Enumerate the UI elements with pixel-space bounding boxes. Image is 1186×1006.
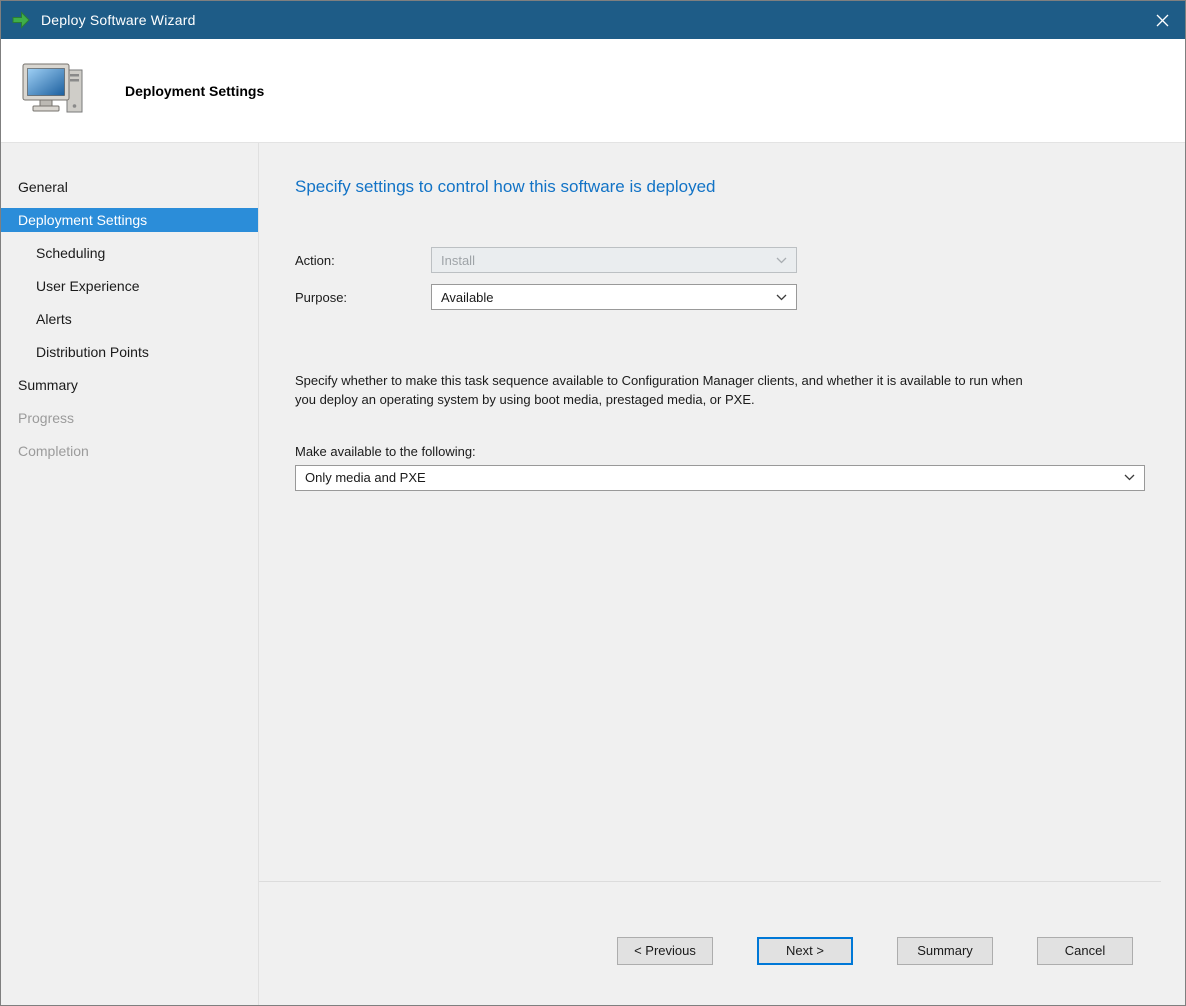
- nav-item-distribution-points[interactable]: Distribution Points: [1, 340, 258, 364]
- purpose-dropdown[interactable]: Available: [431, 284, 797, 310]
- nav-item-summary[interactable]: Summary: [1, 373, 258, 397]
- action-row: Action: Install: [295, 247, 1145, 273]
- nav-item-user-experience[interactable]: User Experience: [1, 274, 258, 298]
- nav-item-scheduling[interactable]: Scheduling: [1, 241, 258, 265]
- titlebar: Deploy Software Wizard: [1, 1, 1185, 39]
- deploy-software-wizard-window: Deploy Software Wizard: [0, 0, 1186, 1006]
- nav-item-alerts[interactable]: Alerts: [1, 307, 258, 331]
- page-title: Deployment Settings: [125, 83, 264, 99]
- chevron-down-icon: [1124, 474, 1135, 481]
- wizard-nav: General Deployment Settings Scheduling U…: [1, 143, 259, 1005]
- content-heading: Specify settings to control how this sof…: [295, 177, 1145, 197]
- wizard-footer: < Previous Next > Summary Cancel: [259, 881, 1161, 1005]
- purpose-row: Purpose: Available: [295, 284, 1145, 310]
- description-text: Specify whether to make this task sequen…: [295, 372, 1043, 410]
- purpose-dropdown-value: Available: [441, 290, 494, 305]
- nav-item-general[interactable]: General: [1, 175, 258, 199]
- action-label: Action:: [295, 253, 431, 268]
- purpose-label: Purpose:: [295, 290, 431, 305]
- summary-button[interactable]: Summary: [897, 937, 993, 965]
- next-button[interactable]: Next >: [757, 937, 853, 965]
- computer-icon: [21, 62, 87, 120]
- chevron-down-icon: [776, 294, 787, 301]
- content-area: Specify settings to control how this sof…: [259, 143, 1185, 881]
- wizard-body: General Deployment Settings Scheduling U…: [1, 143, 1185, 1005]
- action-dropdown-value: Install: [441, 253, 475, 268]
- action-dropdown: Install: [431, 247, 797, 273]
- window-title: Deploy Software Wizard: [41, 12, 1139, 28]
- nav-item-completion: Completion: [1, 439, 258, 463]
- cancel-button[interactable]: Cancel: [1037, 937, 1133, 965]
- nav-item-deployment-settings[interactable]: Deployment Settings: [1, 208, 258, 232]
- close-button[interactable]: [1139, 1, 1185, 39]
- nav-item-progress: Progress: [1, 406, 258, 430]
- wizard-header: Deployment Settings: [1, 39, 1185, 143]
- make-available-dropdown[interactable]: Only media and PXE: [295, 465, 1145, 491]
- chevron-down-icon: [776, 257, 787, 264]
- main-panel: Specify settings to control how this sof…: [259, 143, 1185, 1005]
- green-arrow-icon: [11, 10, 31, 30]
- make-available-dropdown-value: Only media and PXE: [305, 470, 426, 485]
- make-available-label: Make available to the following:: [295, 444, 1145, 459]
- previous-button[interactable]: < Previous: [617, 937, 713, 965]
- close-icon: [1156, 14, 1169, 27]
